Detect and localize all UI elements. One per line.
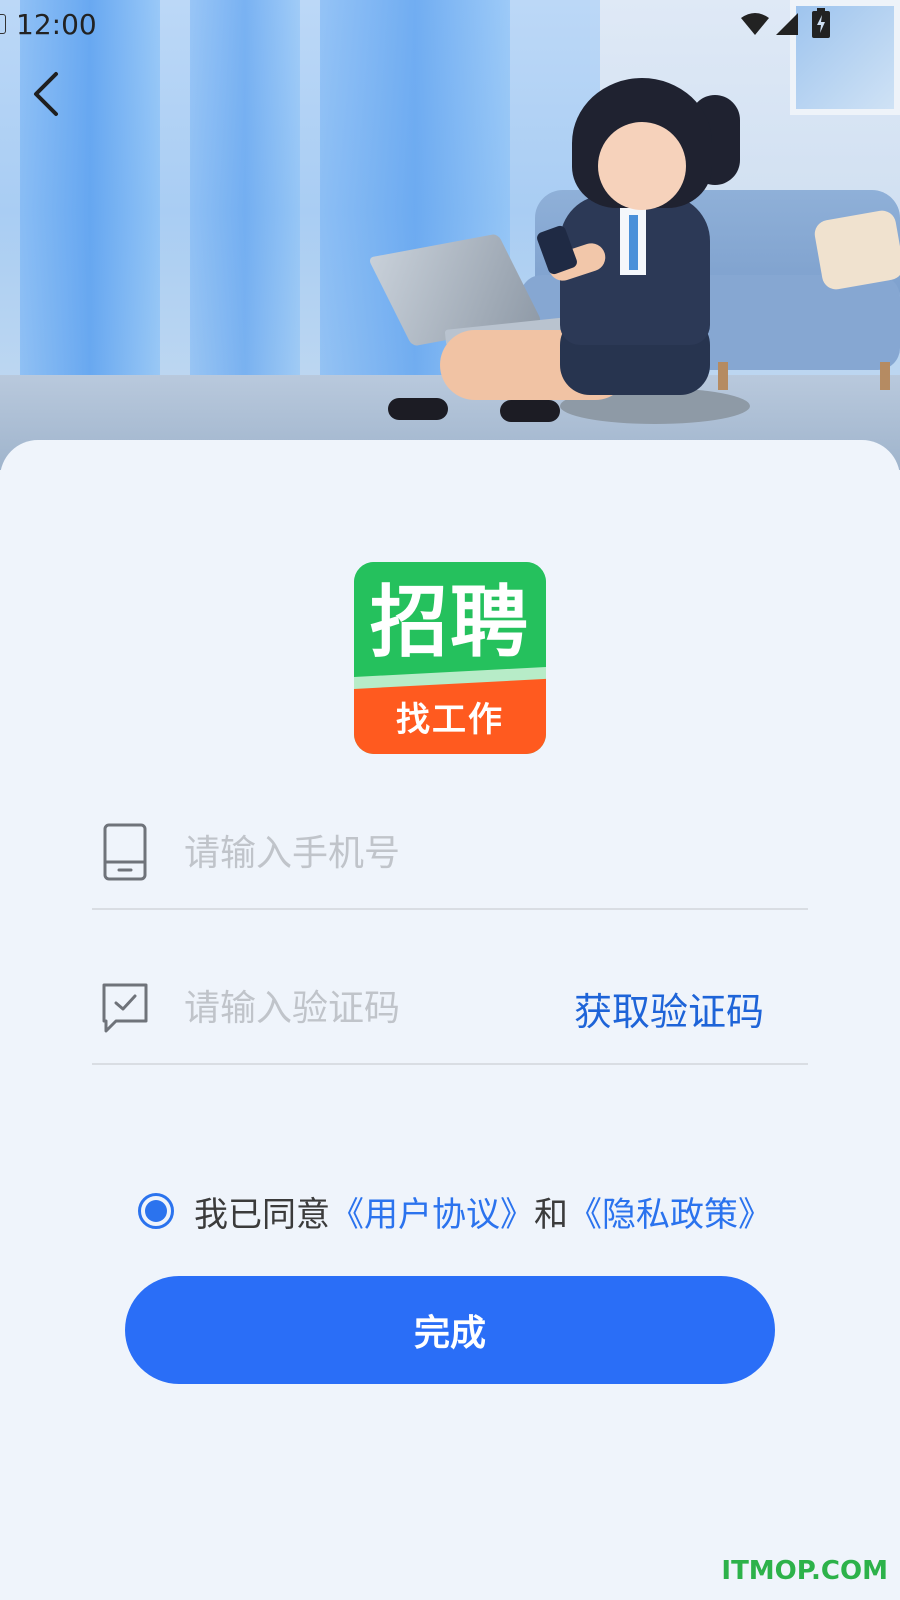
hero-illustration (0, 0, 900, 470)
phone-field (92, 810, 808, 910)
chevron-left-icon (34, 72, 58, 116)
verification-code-input[interactable] (184, 983, 584, 1033)
status-time: 12:00 (16, 8, 97, 41)
logo-sub-text: 找工作 (396, 700, 504, 740)
app-logo: 招聘 找工作 (354, 562, 546, 754)
wifi-icon (741, 13, 769, 35)
agreement-and: 和 (534, 1194, 568, 1235)
woman-face (598, 122, 686, 210)
pillow (812, 208, 900, 292)
watermark: ITMOP.COM (721, 1556, 888, 1586)
agreement-row: 我已同意 《用户协议》 和 《隐私政策》 (138, 1187, 772, 1236)
submit-button[interactable]: 完成 (125, 1276, 775, 1384)
sofa-leg (718, 362, 728, 390)
privacy-policy-link[interactable]: 《隐私政策》 (568, 1187, 772, 1236)
radio-checked-dot (145, 1200, 167, 1222)
battery-icon (812, 8, 830, 38)
status-edge-mark (0, 14, 6, 34)
curtain (20, 0, 160, 420)
phone-icon (103, 823, 147, 881)
signal-icon (776, 13, 798, 35)
back-button[interactable] (22, 64, 78, 124)
agreement-radio[interactable] (138, 1193, 174, 1229)
get-code-button[interactable]: 获取验证码 (574, 981, 764, 1036)
status-bar: 12:00 (0, 0, 900, 50)
agreement-prefix: 我已同意 (194, 1194, 330, 1235)
woman-tie (629, 215, 638, 270)
verification-code-field: 获取验证码 (92, 965, 808, 1065)
message-check-icon (102, 983, 148, 1033)
phone-input[interactable] (184, 828, 584, 878)
curtain (190, 0, 300, 420)
logo-main-text: 招聘 (369, 578, 530, 668)
user-agreement-link[interactable]: 《用户协议》 (330, 1187, 534, 1236)
sofa-leg (880, 362, 890, 390)
shoe (388, 398, 448, 420)
shoe (500, 400, 560, 422)
